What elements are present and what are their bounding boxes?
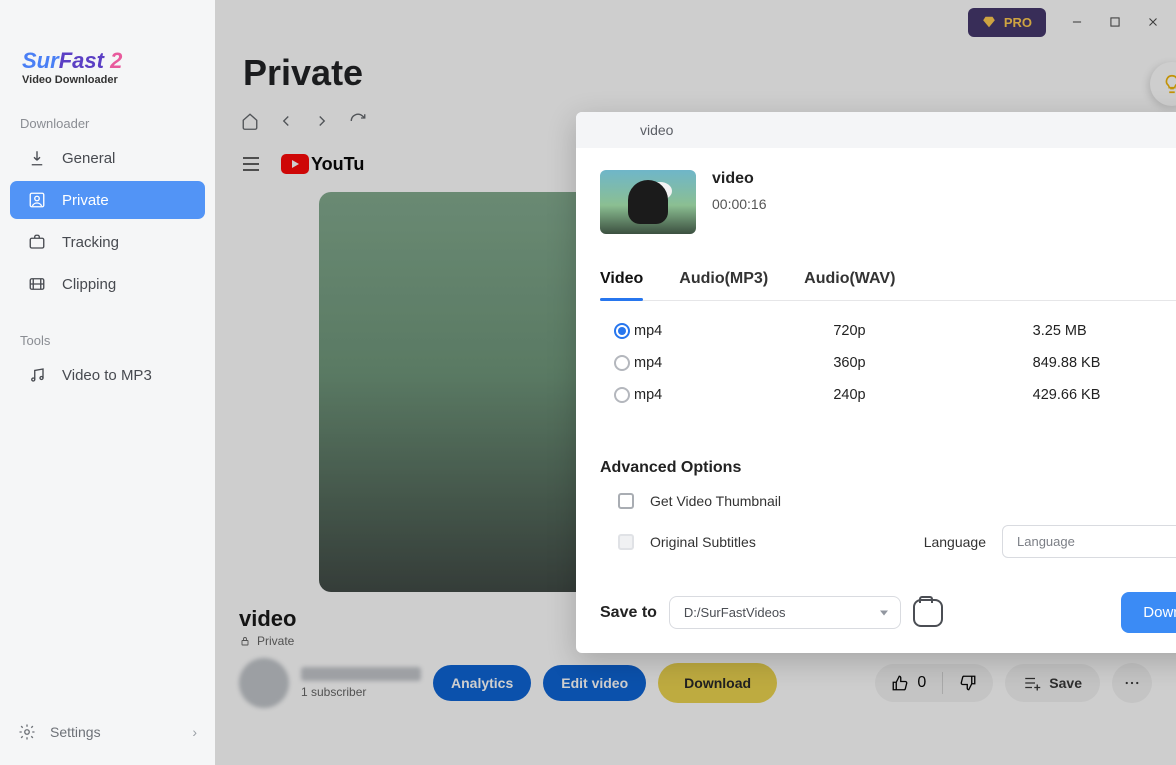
format-row[interactable]: mp4 240p 429.66 KB (600, 379, 1176, 411)
sidebar-item-video-to-mp3[interactable]: Video to MP3 (10, 356, 205, 394)
music-note-icon (28, 366, 46, 384)
settings-button[interactable]: Settings › (0, 713, 215, 751)
tab-audio-wav[interactable]: Audio(WAV) (804, 260, 895, 300)
browse-folder-button[interactable] (913, 599, 943, 627)
sidebar-item-tracking[interactable]: Tracking (10, 223, 205, 261)
language-value: Language (1017, 534, 1075, 549)
sidebar-item-label: Private (62, 192, 109, 209)
save-path-value: D:/SurFastVideos (684, 605, 786, 620)
user-box-icon (28, 191, 46, 209)
format-size: 3.25 MB (1033, 323, 1176, 339)
tab-label: Audio(WAV) (804, 270, 895, 287)
radio-button[interactable] (614, 323, 630, 339)
format-resolution: 240p (833, 387, 1032, 403)
tab-video[interactable]: Video (600, 260, 643, 300)
sidebar-item-clipping[interactable]: Clipping (10, 265, 205, 303)
language-select[interactable]: Language (1002, 525, 1176, 558)
section-downloader: Downloader (0, 106, 215, 137)
tab-audio-mp3[interactable]: Audio(MP3) (679, 260, 768, 300)
section-tools: Tools (0, 323, 215, 354)
dialog-download-button[interactable]: Download (1121, 592, 1176, 633)
dialog-video-duration: 00:00:16 (712, 196, 1176, 212)
sidebar-item-label: General (62, 150, 115, 167)
main: PRO Private YouTu video (215, 0, 1176, 765)
radio-button[interactable] (614, 387, 630, 403)
dialog-video-name: video (712, 170, 1176, 188)
save-to-label: Save to (600, 604, 657, 622)
sidebar-item-private[interactable]: Private (10, 181, 205, 219)
sidebar-item-general[interactable]: General (10, 139, 205, 177)
logo-sur: Sur (22, 48, 59, 73)
format-row[interactable]: mp4 720p 3.25 MB (600, 315, 1176, 347)
radio-button[interactable] (614, 355, 630, 371)
advanced-title: Advanced Options (600, 459, 1176, 477)
sidebar: SurFast 2 Video Downloader Downloader Ge… (0, 0, 215, 765)
thumbnail-label: Get Video Thumbnail (650, 493, 781, 509)
format-type: mp4 (634, 323, 833, 339)
chevron-right-icon: › (192, 724, 197, 740)
format-size: 849.88 KB (1033, 355, 1176, 371)
app-logo: SurFast 2 Video Downloader (0, 18, 215, 106)
gear-icon (18, 723, 36, 741)
sidebar-item-label: Video to MP3 (62, 367, 152, 384)
format-size: 429.66 KB (1033, 387, 1176, 403)
briefcase-icon (28, 233, 46, 251)
subtitles-checkbox[interactable] (618, 534, 634, 550)
download-btn-label: Download (1143, 604, 1176, 621)
thumbnail-checkbox[interactable] (618, 493, 634, 509)
format-type: mp4 (634, 387, 833, 403)
subtitles-label: Original Subtitles (650, 534, 756, 550)
download-dialog: video video 00:00:16 Video Audio(MP3) Au… (576, 112, 1176, 653)
settings-label: Settings (50, 724, 101, 740)
sidebar-item-label: Tracking (62, 234, 119, 251)
tab-label: Audio(MP3) (679, 270, 768, 287)
logo-two: 2 (110, 48, 122, 73)
download-icon (28, 149, 46, 167)
dialog-title: video (640, 122, 673, 138)
logo-fast: Fast (59, 48, 104, 73)
language-label: Language (924, 534, 986, 550)
sidebar-item-label: Clipping (62, 276, 116, 293)
format-type: mp4 (634, 355, 833, 371)
format-row[interactable]: mp4 360p 849.88 KB (600, 347, 1176, 379)
video-thumbnail (600, 170, 696, 234)
save-path-select[interactable]: D:/SurFastVideos (669, 596, 901, 629)
tab-label: Video (600, 270, 643, 287)
format-resolution: 360p (833, 355, 1032, 371)
format-resolution: 720p (833, 323, 1032, 339)
film-icon (28, 275, 46, 293)
logo-subtitle: Video Downloader (22, 74, 193, 86)
